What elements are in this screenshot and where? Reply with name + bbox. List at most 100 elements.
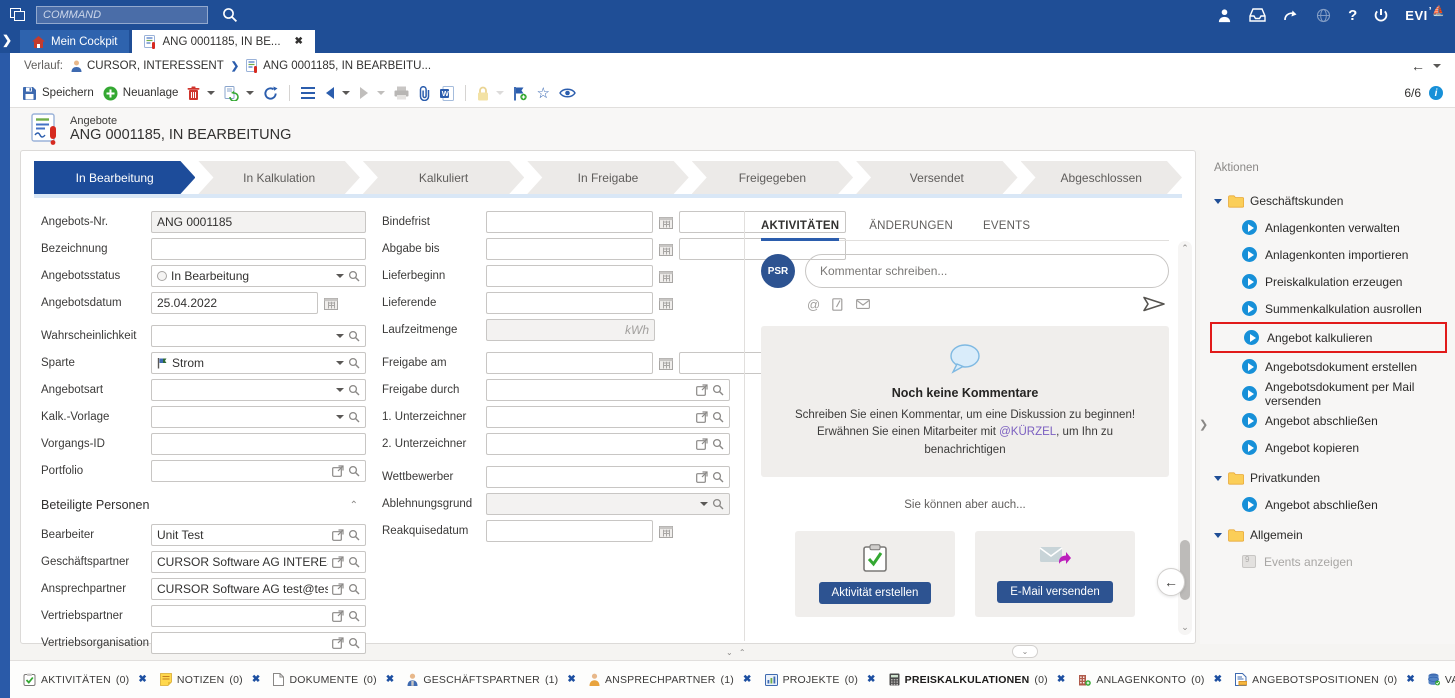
mention-icon[interactable]: @ bbox=[807, 297, 820, 312]
dropdown-icon[interactable] bbox=[336, 388, 344, 392]
stage-abgeschlossen[interactable]: Abgeschlossen bbox=[1021, 161, 1182, 194]
comment-input[interactable] bbox=[820, 264, 1154, 278]
watch-button[interactable] bbox=[559, 87, 576, 99]
bottom-tab-geschaeftspartner[interactable]: GESCHÄFTSPARTNER(1) ✖ bbox=[404, 673, 579, 686]
lookup-icon[interactable] bbox=[712, 471, 724, 483]
create-activity-button[interactable]: Aktivität erstellen bbox=[819, 582, 932, 604]
lookup-icon[interactable] bbox=[348, 556, 360, 568]
scroll-down-icon[interactable]: ⌄ bbox=[1178, 622, 1192, 633]
stage-versendet[interactable]: Versendet bbox=[856, 161, 1017, 194]
angebots-nr-field[interactable] bbox=[157, 213, 360, 231]
send-comment-icon[interactable] bbox=[1143, 296, 1165, 312]
open-record-icon[interactable] bbox=[696, 438, 708, 450]
bottom-tab-projekte[interactable]: PROJEKTE(0) ✖ bbox=[762, 674, 879, 686]
folder-geschaeftskunden[interactable]: Geschäftskunden bbox=[1214, 188, 1455, 214]
collapse-panel-button[interactable]: ← bbox=[1157, 568, 1185, 596]
splitter-chevrons[interactable]: ⌄ ⌃ bbox=[726, 648, 748, 657]
lookup-icon[interactable] bbox=[348, 270, 360, 282]
stage-in-freigabe[interactable]: In Freigabe bbox=[527, 161, 688, 194]
action-angebotsdokument-erstellen[interactable]: Angebotsdokument erstellen bbox=[1214, 353, 1455, 380]
bindefrist-field[interactable] bbox=[492, 213, 647, 231]
section-beteiligte-personen[interactable]: Beteiligte Personen ⌃ bbox=[41, 498, 366, 512]
lookup-icon[interactable] bbox=[712, 384, 724, 396]
task-note-icon[interactable] bbox=[832, 298, 844, 311]
power-icon[interactable] bbox=[1374, 8, 1388, 23]
lookup-icon[interactable] bbox=[712, 498, 724, 510]
command-input[interactable] bbox=[36, 6, 208, 24]
panel-resize-handle[interactable]: ❯ bbox=[1199, 418, 1208, 431]
calendar-icon[interactable] bbox=[659, 243, 673, 256]
lookup-icon[interactable] bbox=[348, 384, 360, 396]
open-record-icon[interactable] bbox=[332, 637, 344, 649]
action-preiskalkulation-erzeugen[interactable]: Preiskalkulation erzeugen bbox=[1214, 268, 1455, 295]
open-record-icon[interactable] bbox=[332, 583, 344, 595]
mail-icon[interactable] bbox=[856, 299, 870, 309]
angebotsdatum-field[interactable] bbox=[157, 294, 312, 312]
dropdown-icon[interactable] bbox=[336, 361, 344, 365]
close-area-icon[interactable]: ✖ bbox=[1406, 674, 1415, 685]
wettbewerber-field[interactable] bbox=[492, 468, 692, 486]
kalk-vorlage-field[interactable] bbox=[157, 408, 330, 426]
close-area-icon[interactable]: ✖ bbox=[867, 674, 876, 685]
copy-record-button[interactable] bbox=[224, 86, 254, 101]
nav-previous-button[interactable] bbox=[324, 87, 350, 99]
history-back-icon[interactable]: ← bbox=[1411, 58, 1425, 74]
angebotsstatus-field[interactable] bbox=[171, 267, 330, 285]
calendar-icon[interactable] bbox=[659, 525, 673, 538]
bottom-tab-ansprechpartner[interactable]: ANSPRECHPARTNER(1) ✖ bbox=[586, 673, 755, 686]
freigabe-am-field[interactable] bbox=[492, 354, 647, 372]
folder-expanded-icon[interactable] bbox=[1214, 476, 1222, 481]
bottom-tab-notizen[interactable]: NOTIZEN(0) ✖ bbox=[157, 673, 264, 686]
open-record-icon[interactable] bbox=[332, 529, 344, 541]
angebotsart-field[interactable] bbox=[157, 381, 330, 399]
menu-button[interactable] bbox=[301, 87, 315, 99]
breadcrumb-record[interactable]: ANG 0001185, IN BEARBEITU... bbox=[246, 59, 431, 73]
open-record-icon[interactable] bbox=[332, 465, 344, 477]
help-icon[interactable]: ? bbox=[1348, 7, 1357, 24]
follow-button[interactable] bbox=[513, 86, 527, 101]
close-area-icon[interactable]: ✖ bbox=[567, 674, 576, 685]
word-export-button[interactable]: W bbox=[440, 86, 454, 101]
vertriebspartner-field[interactable] bbox=[157, 607, 328, 625]
user-icon[interactable] bbox=[1217, 8, 1232, 23]
send-email-button[interactable]: E-Mail versenden bbox=[997, 581, 1112, 603]
wahrscheinlichkeit-field[interactable] bbox=[157, 327, 330, 345]
lookup-icon[interactable] bbox=[348, 610, 360, 622]
tab-mein-cockpit[interactable]: Mein Cockpit bbox=[20, 30, 129, 53]
open-record-icon[interactable] bbox=[696, 471, 708, 483]
bottom-tab-variante[interactable]: VARIANTE(0) ✖ bbox=[1425, 673, 1455, 686]
unterzeichner1-field[interactable] bbox=[492, 408, 692, 426]
scroll-down-pill[interactable]: ⌄ bbox=[1012, 645, 1038, 658]
inbox-icon[interactable] bbox=[1249, 8, 1266, 22]
tab-record-active[interactable]: ANG 0001185, IN BE... ✖ bbox=[132, 30, 314, 53]
delete-dropdown-icon[interactable] bbox=[207, 91, 215, 95]
unterzeichner2-field[interactable] bbox=[492, 435, 692, 453]
calendar-icon[interactable] bbox=[324, 297, 338, 310]
folder-allgemein[interactable]: Allgemein bbox=[1214, 522, 1455, 548]
close-area-icon[interactable]: ✖ bbox=[138, 674, 147, 685]
freigabe-durch-field[interactable] bbox=[492, 381, 692, 399]
bottom-tab-dokumente[interactable]: DOKUMENTE(0) ✖ bbox=[270, 673, 397, 686]
copy-dropdown-icon[interactable] bbox=[246, 91, 254, 95]
bottom-tab-anlagenkonto[interactable]: ANLAGENKONTO(0) ✖ bbox=[1075, 673, 1225, 686]
portfolio-field[interactable] bbox=[157, 462, 328, 480]
ansprechpartner-field[interactable] bbox=[157, 580, 328, 598]
lieferende-field[interactable] bbox=[492, 294, 647, 312]
tab-aenderungen[interactable]: ÄNDERUNGEN bbox=[869, 211, 953, 241]
vorgangs-id-field[interactable] bbox=[157, 435, 360, 453]
dropdown-icon[interactable] bbox=[336, 415, 344, 419]
lookup-icon[interactable] bbox=[712, 411, 724, 423]
calendar-icon[interactable] bbox=[659, 216, 673, 229]
close-area-icon[interactable]: ✖ bbox=[252, 674, 261, 685]
dropdown-icon[interactable] bbox=[700, 502, 708, 506]
calendar-icon[interactable] bbox=[659, 270, 673, 283]
favorite-button[interactable]: ☆ bbox=[536, 84, 549, 102]
lookup-icon[interactable] bbox=[348, 357, 360, 369]
close-area-icon[interactable]: ✖ bbox=[743, 674, 752, 685]
prev-dropdown-icon[interactable] bbox=[342, 91, 350, 95]
folder-expanded-icon[interactable] bbox=[1214, 199, 1222, 204]
calendar-icon[interactable] bbox=[659, 357, 673, 370]
search-icon[interactable] bbox=[222, 7, 238, 23]
attachment-button[interactable] bbox=[418, 86, 431, 101]
action-angebotsdokument-per-mail[interactable]: Angebotsdokument per Mail versenden bbox=[1214, 380, 1455, 407]
